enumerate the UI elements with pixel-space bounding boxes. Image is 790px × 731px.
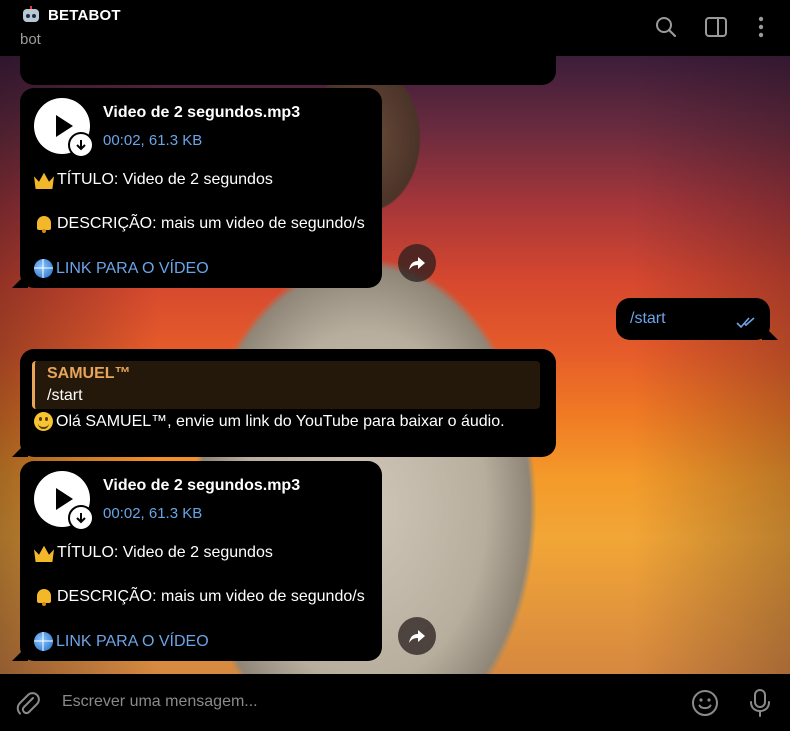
audio-file-name: Video de 2 segundos.mp3 <box>103 104 301 121</box>
description-line: DESCRIÇÃO: mais um video de segundo/s <box>57 215 365 232</box>
attach-icon[interactable] <box>14 690 42 718</box>
more-vertical-icon[interactable] <box>748 14 774 40</box>
chat-title-row[interactable]: BETABOT <box>21 6 121 24</box>
reply-quote[interactable]: SAMUEL™ /start <box>32 361 540 409</box>
globe-icon <box>34 632 53 651</box>
outgoing-message-bubble: /start <box>616 298 778 340</box>
reply-message-bubble: SAMUEL™ /start Olá SAMUEL™, envie um lin… <box>12 349 556 457</box>
download-icon[interactable] <box>68 505 94 531</box>
title-line: TÍTULO: Video de 2 segundos <box>57 544 273 561</box>
chat-subtitle: bot <box>20 31 41 48</box>
crown-icon <box>34 172 54 189</box>
quote-text: /start <box>47 387 83 404</box>
video-link[interactable]: LINK PARA O VÍDEO <box>56 260 209 278</box>
sidebar-toggle-icon[interactable] <box>703 14 729 40</box>
title-line: TÍTULO: Video de 2 segundos <box>57 171 273 188</box>
emoji-icon[interactable] <box>690 688 720 718</box>
message-composer <box>0 674 790 731</box>
audio-file-meta: 00:02, 61.3 KB <box>103 505 203 522</box>
crown-icon <box>34 545 54 562</box>
audio-file-meta: 00:02, 61.3 KB <box>103 132 203 149</box>
chat-header: BETABOT bot <box>0 0 790 56</box>
quote-author: SAMUEL™ <box>47 365 131 382</box>
forward-icon <box>409 630 425 643</box>
outgoing-message-text[interactable]: /start <box>630 310 666 328</box>
bell-icon <box>34 215 54 233</box>
play-icon <box>56 115 73 137</box>
audio-message-bubble: Video de 2 segundos.mp3 00:02, 61.3 KB T… <box>12 88 382 288</box>
bell-icon <box>34 588 54 606</box>
message-input[interactable] <box>62 688 662 716</box>
audio-file-name: Video de 2 segundos.mp3 <box>103 477 301 494</box>
forward-button[interactable] <box>398 244 436 282</box>
read-checkmarks-icon <box>736 317 755 328</box>
play-icon <box>56 488 73 510</box>
chat-title[interactable]: BETABOT <box>48 7 121 24</box>
robot-icon <box>21 6 41 24</box>
telegram-chat-window: BETABOT bot Video de 2 segundos.mp3 00:0… <box>0 0 790 731</box>
reply-message-text: Olá SAMUEL™, envie um link do YouTube pa… <box>56 412 505 430</box>
globe-icon <box>34 259 53 278</box>
description-line: DESCRIÇÃO: mais um video de segundo/s <box>57 588 365 605</box>
smile-icon <box>34 412 53 431</box>
forward-icon <box>409 257 425 270</box>
microphone-icon[interactable] <box>746 688 774 718</box>
search-icon[interactable] <box>653 14 679 40</box>
download-icon[interactable] <box>68 132 94 158</box>
video-link[interactable]: LINK PARA O VÍDEO <box>56 633 209 651</box>
audio-message-bubble: Video de 2 segundos.mp3 00:02, 61.3 KB T… <box>12 461 382 661</box>
forward-button[interactable] <box>398 617 436 655</box>
